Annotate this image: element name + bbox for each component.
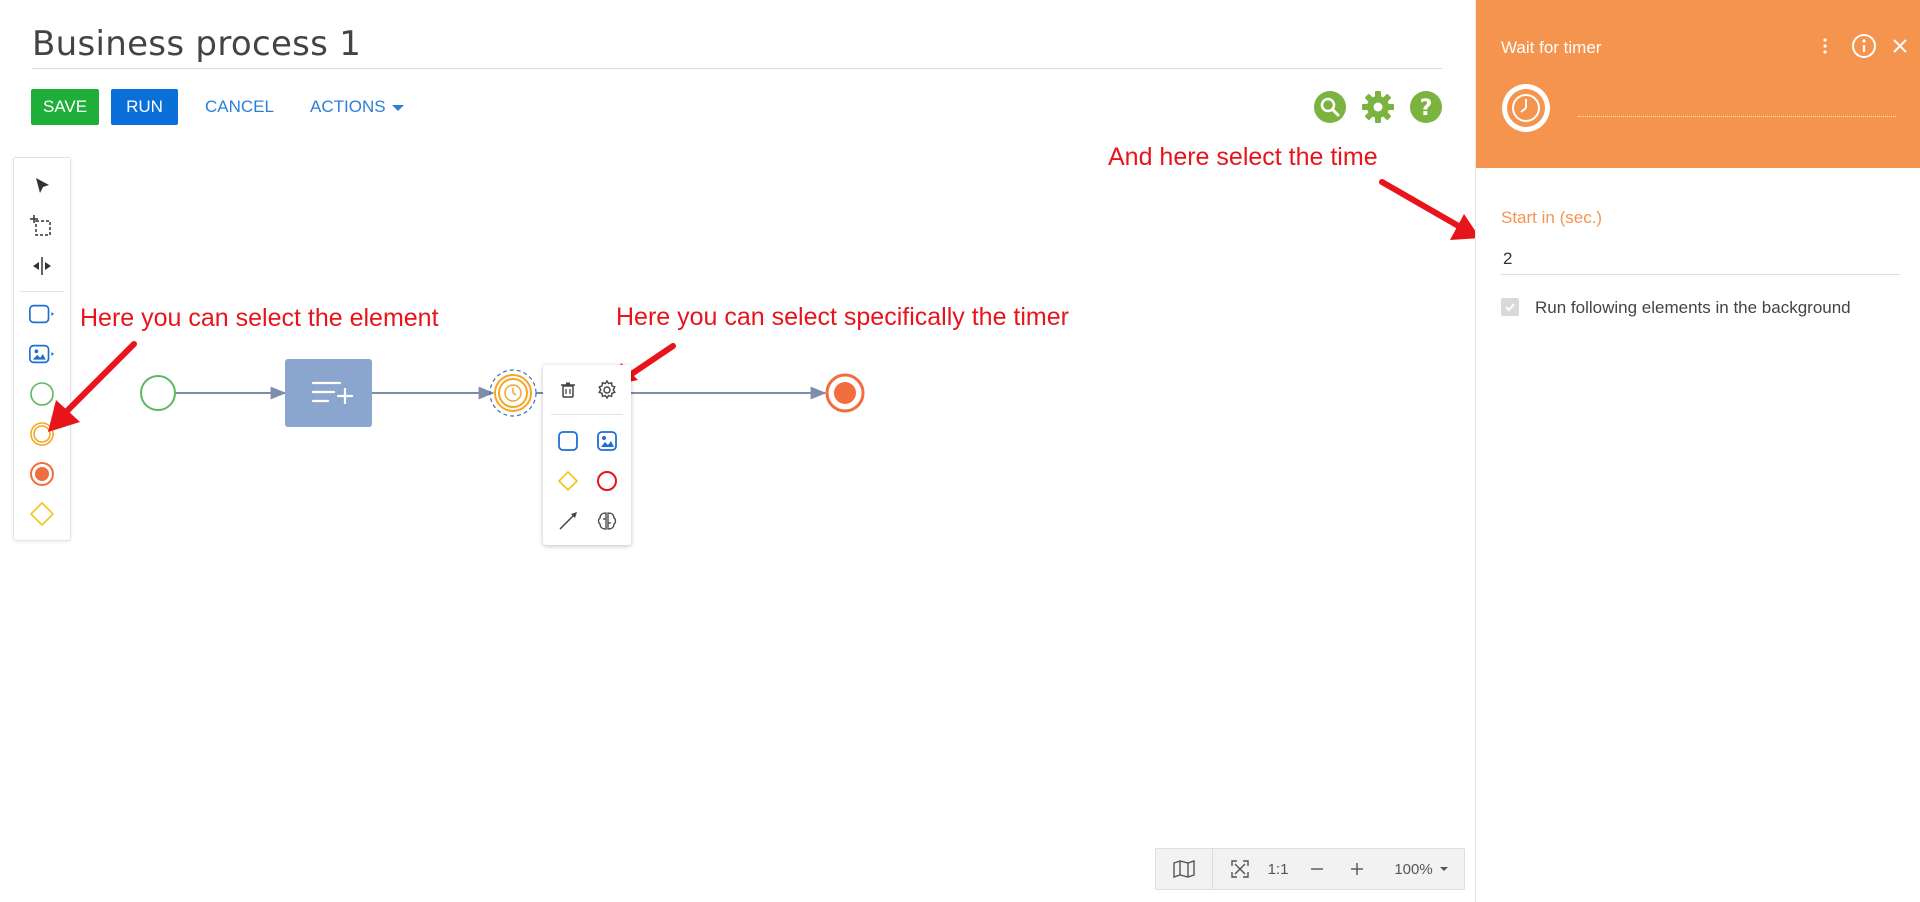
actual-size-button[interactable]: 1:1 bbox=[1260, 849, 1296, 889]
close-icon[interactable] bbox=[1886, 32, 1914, 60]
zoom-level-value: 100% bbox=[1394, 860, 1433, 878]
panel-header: Wait for timer bbox=[1476, 0, 1920, 168]
annotation-select-element: Here you can select the element bbox=[80, 304, 439, 332]
element-name-field[interactable] bbox=[1578, 116, 1896, 117]
start-event[interactable] bbox=[140, 375, 176, 411]
connector-icon[interactable] bbox=[555, 508, 581, 534]
zoom-out-icon[interactable] bbox=[1299, 849, 1335, 889]
element-context-menu bbox=[543, 365, 631, 545]
process-canvas bbox=[48, 179, 1475, 432]
start-in-input[interactable] bbox=[1501, 244, 1900, 275]
background-checkbox-label: Run following elements in the background bbox=[1535, 298, 1851, 317]
clock-icon bbox=[1500, 82, 1552, 134]
zoom-toolbar: 1:1 100% bbox=[1155, 848, 1465, 890]
task-icon[interactable] bbox=[555, 428, 581, 454]
end-event[interactable] bbox=[825, 373, 865, 413]
more-options-icon[interactable] bbox=[1811, 32, 1839, 60]
fit-to-screen-icon[interactable] bbox=[1222, 849, 1258, 889]
element-properties-panel: Wait for timer Start in (sec.) Run follo… bbox=[1475, 0, 1920, 902]
gateway-icon[interactable] bbox=[555, 468, 581, 494]
zoom-divider bbox=[1212, 849, 1213, 889]
minimap-icon[interactable] bbox=[1156, 849, 1212, 889]
zoom-level-select[interactable]: 100% bbox=[1386, 849, 1456, 889]
start-in-label: Start in (sec.) bbox=[1501, 208, 1603, 227]
panel-title: Wait for timer bbox=[1501, 38, 1602, 57]
timer-event-selected[interactable] bbox=[489, 369, 537, 417]
caret-down-icon bbox=[1439, 867, 1448, 871]
context-menu-divider bbox=[551, 414, 623, 415]
user-task-icon[interactable] bbox=[594, 428, 620, 454]
info-icon[interactable] bbox=[1850, 32, 1878, 60]
background-checkbox[interactable] bbox=[1501, 298, 1519, 316]
delete-icon[interactable] bbox=[555, 377, 581, 403]
zoom-in-icon[interactable] bbox=[1339, 849, 1375, 889]
end-event-icon[interactable] bbox=[594, 468, 620, 494]
ai-icon[interactable] bbox=[594, 508, 620, 534]
annotation-select-timer: Here you can select specifically the tim… bbox=[616, 303, 1069, 331]
task-node[interactable] bbox=[285, 359, 372, 427]
annotation-select-time: And here select the time bbox=[1108, 143, 1378, 171]
settings-icon[interactable] bbox=[594, 377, 620, 403]
